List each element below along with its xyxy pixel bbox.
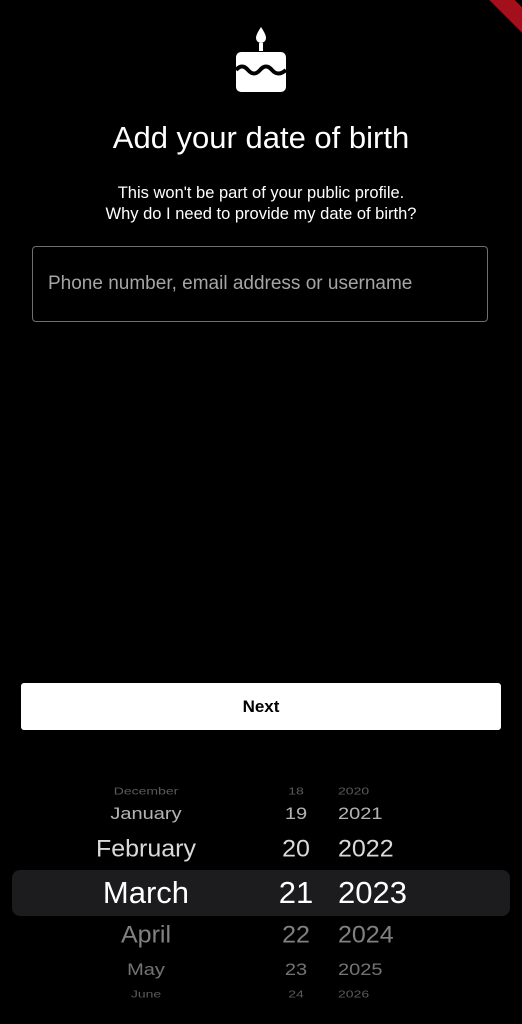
- debug-banner: [473, 0, 522, 35]
- day-option[interactable]: 23: [268, 962, 324, 979]
- month-option[interactable]: February: [80, 837, 212, 861]
- day-wheel[interactable]: 18 19 20 21 22 23 24: [268, 760, 324, 1024]
- date-picker[interactable]: December January February March April May June…: [0, 760, 522, 1024]
- month-option[interactable]: May: [80, 962, 212, 979]
- month-option[interactable]: April: [80, 923, 212, 947]
- month-option[interactable]: March: [80, 877, 212, 908]
- day-option[interactable]: 18: [268, 786, 324, 796]
- day-option[interactable]: 19: [268, 806, 324, 823]
- subtitle-privacy-note: This won't be part of your public profil…: [117, 184, 405, 202]
- subtitle: This won't be part of your public profil…: [0, 183, 522, 225]
- cake-icon: [234, 27, 288, 92]
- next-button[interactable]: Next: [21, 683, 501, 730]
- day-option[interactable]: 20: [268, 837, 324, 861]
- year-option[interactable]: 2020: [338, 786, 414, 796]
- year-option[interactable]: 2022: [338, 837, 414, 861]
- year-option[interactable]: 2023: [338, 877, 414, 908]
- year-option[interactable]: 2024: [338, 923, 414, 947]
- why-dob-link[interactable]: Why do I need to provide my date of birt…: [0, 204, 522, 225]
- day-option[interactable]: 24: [268, 989, 324, 999]
- month-wheel[interactable]: December January February March April May June: [80, 760, 212, 1024]
- year-option[interactable]: 2025: [338, 962, 414, 979]
- day-option[interactable]: 21: [268, 877, 324, 908]
- identifier-input[interactable]: Phone number, email address or username: [32, 246, 488, 322]
- month-option[interactable]: December: [80, 786, 212, 796]
- month-option[interactable]: January: [80, 806, 212, 823]
- year-option[interactable]: 2021: [338, 806, 414, 823]
- page-title: Add your date of birth: [112, 120, 410, 155]
- identifier-input-placeholder: Phone number, email address or username: [48, 273, 413, 294]
- year-wheel[interactable]: 2020 2021 2022 2023 2024 2025 2026: [338, 760, 414, 1024]
- year-option[interactable]: 2026: [338, 989, 414, 999]
- day-option[interactable]: 22: [268, 923, 324, 947]
- month-option[interactable]: June: [80, 989, 212, 999]
